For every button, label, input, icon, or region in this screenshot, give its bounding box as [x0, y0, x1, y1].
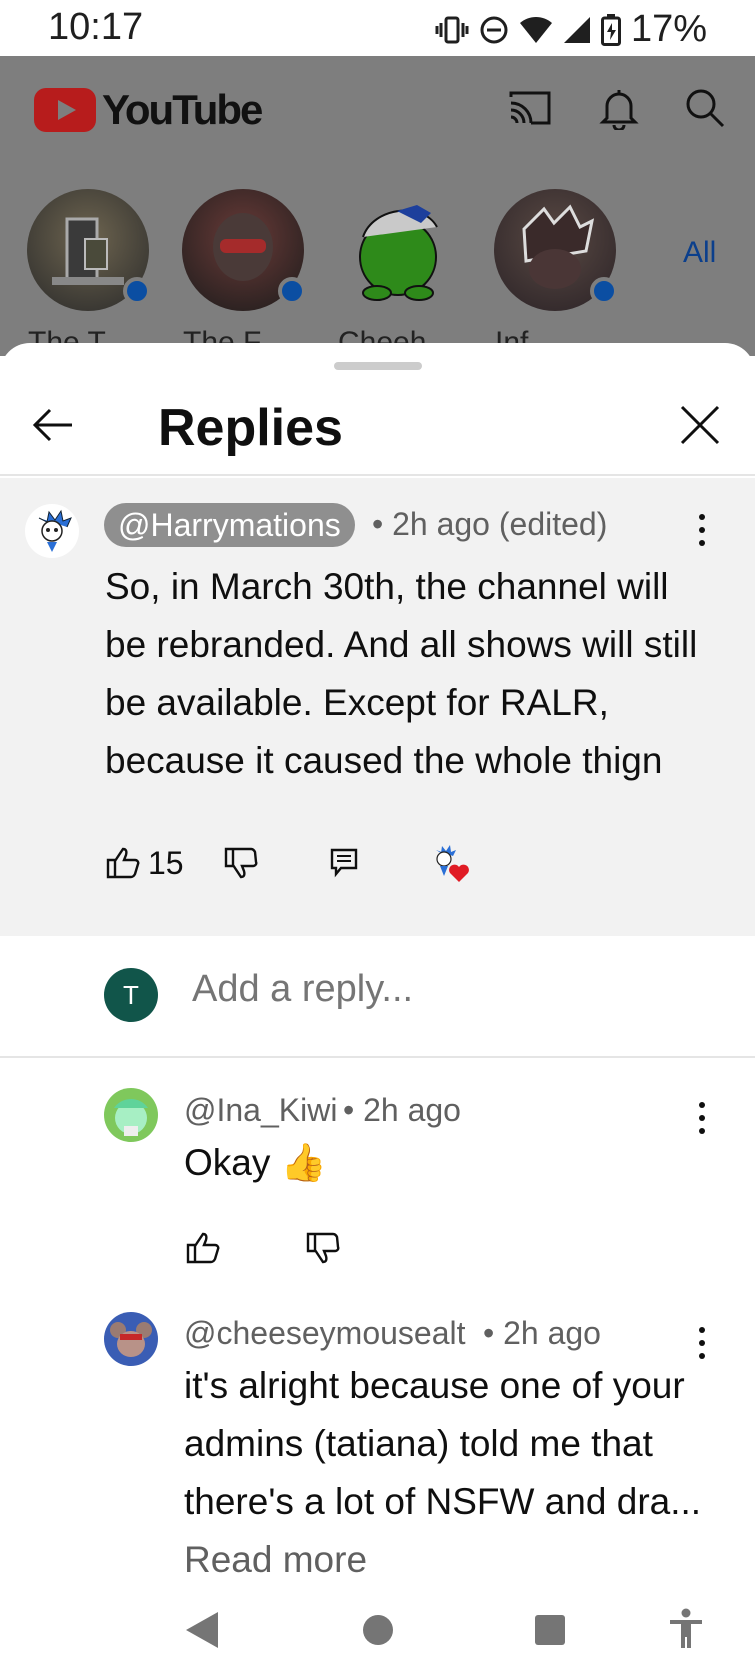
nav-back-icon[interactable] [184, 1610, 220, 1650]
battery-icon [600, 13, 621, 46]
reply-text-body: it's alright because one of your admins … [184, 1365, 702, 1522]
all-subscriptions-link[interactable]: All [683, 236, 716, 270]
reply-meta: • 2h ago [343, 1092, 461, 1128]
like-icon[interactable] [186, 1232, 220, 1264]
avatar-image [38, 509, 72, 552]
battery-percent: 17% [630, 8, 707, 50]
accessibility-icon[interactable] [668, 1608, 704, 1650]
replies-sheet: Replies @Harrymations • 2h ago (edited) … [0, 343, 755, 1678]
read-more-link[interactable]: Read more [184, 1539, 367, 1580]
more-options-icon[interactable] [694, 1098, 710, 1138]
like-count: 15 [148, 844, 184, 881]
comment-meta: • 2h ago (edited) [372, 506, 608, 542]
vibrate-icon [435, 16, 469, 43]
story-new-dot [123, 277, 151, 305]
reply-author-handle[interactable]: @cheeseymousealt [184, 1315, 466, 1352]
youtube-background: YouTube All [0, 56, 755, 359]
more-options-icon[interactable] [694, 510, 710, 550]
signal-icon [563, 16, 590, 43]
reply-text: it's alright because one of your admins … [184, 1357, 704, 1589]
story-avatar-image [359, 205, 438, 301]
reply-text: Okay 👍 [184, 1142, 327, 1183]
youtube-wordmark: YouTube [102, 86, 263, 133]
comment-author-handle[interactable]: @Harrymations [104, 503, 355, 547]
reply-actions [186, 1232, 340, 1264]
avatar[interactable] [104, 1088, 158, 1142]
nav-home-icon[interactable] [360, 1612, 396, 1648]
reply-meta: • 2h ago [483, 1315, 601, 1351]
comment-text: So, in March 30th, the channel will be r… [105, 566, 698, 781]
current-user-avatar: T [104, 968, 158, 1022]
youtube-logo[interactable]: YouTube [34, 86, 263, 134]
story-new-dot [278, 277, 306, 305]
add-reply-row: T [0, 938, 755, 1058]
avatar-image [114, 1099, 148, 1136]
dislike-icon[interactable] [306, 1232, 340, 1264]
comment-actions: 15 [106, 842, 470, 884]
status-time: 10:17 [48, 6, 144, 48]
back-arrow-icon[interactable] [28, 400, 78, 450]
sheet-drag-handle[interactable] [334, 362, 422, 370]
avatar[interactable] [25, 504, 79, 558]
reply-icon[interactable] [330, 848, 358, 878]
like-icon[interactable] [106, 847, 140, 879]
sheet-title: Replies [158, 399, 343, 457]
add-reply-input[interactable] [192, 968, 672, 1011]
search-icon[interactable] [685, 88, 725, 128]
youtube-play-icon [34, 88, 96, 132]
story-avatar-2[interactable] [182, 189, 306, 311]
nav-recents-icon[interactable] [532, 1612, 568, 1648]
sheet-header: Replies [0, 378, 755, 476]
status-bar: 10:17 17% [0, 0, 755, 56]
dislike-icon[interactable] [224, 847, 258, 879]
parent-comment: @Harrymations • 2h ago (edited) So, in M… [0, 478, 755, 936]
story-avatar-1[interactable] [27, 189, 151, 311]
youtube-header-actions [507, 86, 725, 130]
story-avatar-4[interactable] [494, 189, 618, 311]
notifications-bell-icon[interactable] [599, 86, 639, 130]
story-new-dot [590, 277, 618, 305]
creator-heart-icon [435, 845, 469, 882]
reply-author-handle[interactable]: @Ina_Kiwi [184, 1092, 337, 1129]
status-icons: 17% [435, 8, 707, 51]
do-not-disturb-icon [480, 16, 508, 43]
avatar[interactable] [104, 1312, 158, 1366]
story-avatar-3[interactable] [337, 189, 459, 311]
wifi-icon [519, 16, 552, 43]
system-navigation-bar [0, 1580, 755, 1678]
avatar-image [110, 1322, 152, 1357]
cast-icon[interactable] [507, 89, 553, 127]
close-icon[interactable] [675, 400, 725, 450]
